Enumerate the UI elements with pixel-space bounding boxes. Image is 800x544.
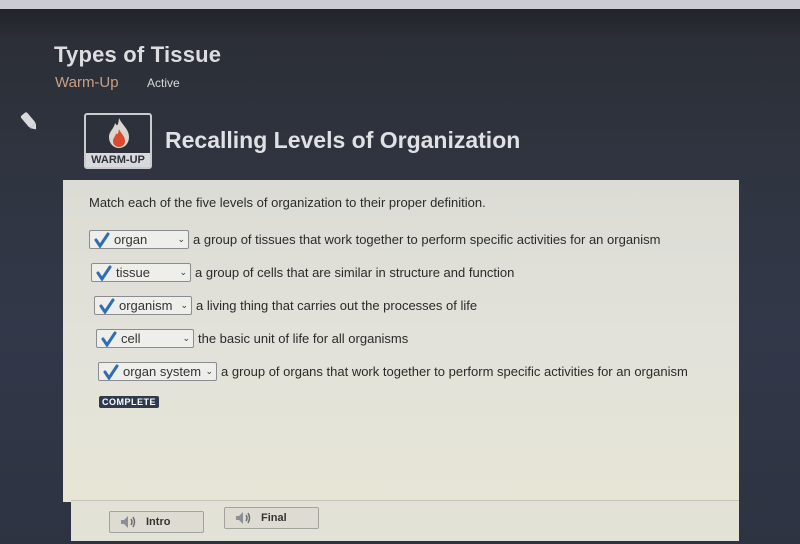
match-row: tissue ⌄ a group of cells that are simil… xyxy=(91,263,514,282)
level-select[interactable]: tissue ⌄ xyxy=(91,263,191,282)
chevron-down-icon: ⌄ xyxy=(180,300,188,310)
complete-badge: COMPLETE xyxy=(99,396,160,408)
lesson-type: Warm-Up xyxy=(55,74,119,91)
definition-text: a group of organs that work together to … xyxy=(221,364,688,379)
definition-text: the basic unit of life for all organisms xyxy=(198,331,409,346)
chevron-down-icon: ⌄ xyxy=(179,267,187,277)
intro-audio-button[interactable]: Intro xyxy=(109,511,204,533)
header-shade xyxy=(0,9,800,39)
definition-text: a living thing that carries out the proc… xyxy=(196,298,478,313)
selected-value: organ system xyxy=(123,364,202,379)
intro-label: Intro xyxy=(146,516,171,528)
match-row: organ system ⌄ a group of organs that wo… xyxy=(98,362,688,381)
chevron-down-icon: ⌄ xyxy=(182,333,190,343)
check-icon xyxy=(103,364,119,380)
level-select[interactable]: organism ⌄ xyxy=(94,296,192,315)
final-audio-button[interactable]: Final xyxy=(224,507,319,529)
check-icon xyxy=(101,331,117,347)
final-label: Final xyxy=(261,512,287,524)
match-row: organ ⌄ a group of tissues that work tog… xyxy=(89,230,661,249)
definition-text: a group of cells that are similar in str… xyxy=(195,265,515,280)
level-select[interactable]: cell ⌄ xyxy=(96,329,194,348)
speaker-icon xyxy=(236,512,251,524)
warm-up-badge: WARM-UP xyxy=(84,113,152,169)
selected-value: tissue xyxy=(116,265,150,280)
lesson-status: Active xyxy=(147,76,180,90)
level-select[interactable]: organ system ⌄ xyxy=(98,362,217,381)
flame-icon xyxy=(109,118,129,148)
pencil-icon[interactable] xyxy=(16,108,42,134)
browser-edge xyxy=(0,0,800,9)
match-row: cell ⌄ the basic unit of life for all or… xyxy=(96,329,408,348)
selected-value: cell xyxy=(121,331,141,346)
check-icon xyxy=(99,298,115,314)
chevron-down-icon: ⌄ xyxy=(205,366,213,376)
selected-value: organism xyxy=(119,298,173,313)
speaker-icon xyxy=(121,516,136,528)
warm-up-badge-label: WARM-UP xyxy=(86,153,150,167)
selected-value: organ xyxy=(114,232,148,247)
match-row: organism ⌄ a living thing that carries o… xyxy=(94,296,477,315)
definition-text: a group of tissues that work together to… xyxy=(193,232,661,247)
instructions: Match each of the five levels of organiz… xyxy=(89,195,486,210)
level-select[interactable]: organ ⌄ xyxy=(89,230,189,249)
check-icon xyxy=(94,232,110,248)
lesson-title: Types of Tissue xyxy=(54,42,222,67)
chevron-down-icon: ⌄ xyxy=(177,234,185,244)
activity-title: Recalling Levels of Organization xyxy=(165,127,521,153)
check-icon xyxy=(96,265,112,281)
